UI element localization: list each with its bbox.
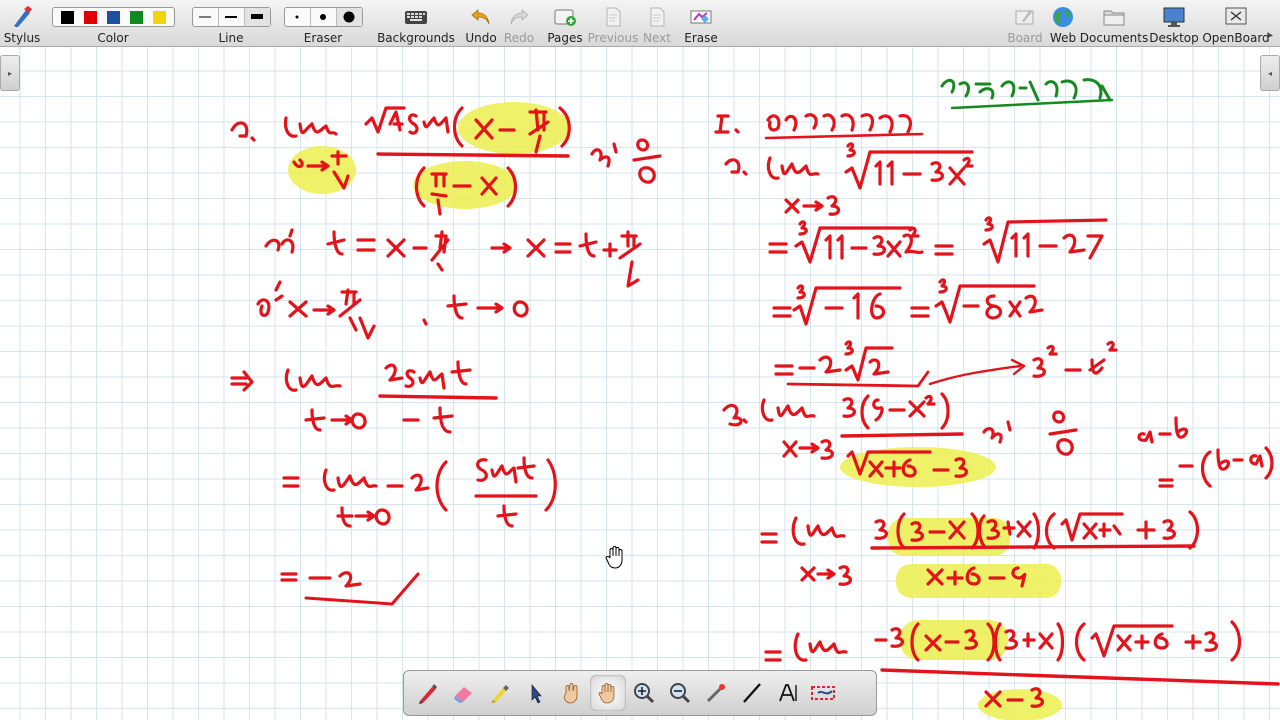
board-mode-button[interactable]: Board	[1007, 0, 1043, 46]
pages-button[interactable]: Pages	[546, 0, 584, 46]
previous-page-icon	[604, 5, 622, 29]
add-page-icon	[553, 5, 577, 29]
line-icon	[743, 683, 761, 703]
highlight-strokes	[288, 102, 1062, 720]
next-page-icon	[648, 5, 666, 29]
zoom-in-icon	[634, 683, 655, 704]
stylus-icon	[10, 5, 34, 29]
laser-pointer-tool-button[interactable]	[698, 675, 734, 711]
monitor-icon	[1162, 5, 1186, 29]
laser-pointer-icon	[706, 684, 725, 703]
eraser-size-selector	[283, 7, 363, 27]
marker-tool-button[interactable]	[482, 675, 518, 711]
zoom-in-tool-button[interactable]	[626, 675, 662, 711]
main-toolbar: Stylus Color Line Eraser Backgrounds Und…	[0, 0, 1280, 47]
openboard-menu-button[interactable]: OpenBoard	[1202, 0, 1270, 46]
color-swatch-blue[interactable]	[106, 10, 120, 24]
toolbar-collapse-icon[interactable]: ▸	[1268, 30, 1273, 41]
marker-icon	[491, 685, 509, 703]
eraser-small-option[interactable]	[285, 8, 311, 26]
capture-tool-button[interactable]	[806, 675, 842, 711]
desktop-button[interactable]: Desktop	[1149, 0, 1199, 46]
line-thick-option[interactable]	[244, 8, 270, 26]
erase-button[interactable]: Erase	[684, 0, 718, 46]
board-icon	[1014, 5, 1036, 29]
eraser-group: Eraser	[283, 0, 363, 46]
erase-board-icon	[689, 5, 713, 29]
undo-icon	[470, 5, 492, 29]
web-button[interactable]: Web	[1046, 0, 1080, 46]
text-tool-button[interactable]	[770, 675, 806, 711]
eraser-icon	[454, 687, 472, 703]
line-thin-option[interactable]	[193, 8, 219, 26]
color-swatch-black[interactable]	[60, 10, 74, 24]
text-icon	[779, 684, 797, 702]
keyboard-icon	[404, 5, 428, 29]
green-header-ink	[940, 78, 1114, 110]
selector-tool-button[interactable]	[518, 675, 554, 711]
capture-icon	[811, 686, 835, 700]
handwritten-ink-layer	[230, 78, 1280, 720]
zoom-out-tool-button[interactable]	[662, 675, 698, 711]
color-group: Color	[50, 0, 176, 46]
pen-icon	[419, 684, 437, 704]
backgrounds-button[interactable]: Backgrounds	[377, 0, 455, 46]
line-group: Line	[191, 0, 271, 46]
zoom-out-icon	[670, 683, 691, 704]
right-solution-ink	[714, 113, 1280, 708]
hand-icon	[598, 683, 615, 704]
folder-icon	[1102, 5, 1126, 29]
stylus-button[interactable]: Stylus	[2, 0, 42, 46]
hand-cursor-icon	[605, 546, 623, 569]
line-medium-option[interactable]	[219, 8, 245, 26]
redo-icon	[508, 5, 530, 29]
line-width-selector	[191, 7, 271, 27]
app-menu-icon	[1224, 5, 1248, 29]
undo-button[interactable]: Undo	[464, 0, 498, 46]
color-palette	[51, 7, 175, 27]
line-tool-button[interactable]	[734, 675, 770, 711]
next-page-button[interactable]: Next	[640, 0, 674, 46]
eraser-medium-option[interactable]	[311, 8, 337, 26]
redo-button[interactable]: Redo	[502, 0, 536, 46]
globe-icon	[1052, 5, 1074, 29]
pen-tool-button[interactable]	[410, 675, 446, 711]
color-swatch-red[interactable]	[83, 10, 97, 24]
selector-icon	[531, 684, 542, 704]
color-swatch-yellow[interactable]	[152, 10, 166, 24]
play-icon	[563, 683, 578, 704]
color-swatch-green[interactable]	[129, 10, 143, 24]
play-tool-button[interactable]	[554, 675, 590, 711]
eraser-tool-button[interactable]	[446, 675, 482, 711]
eraser-large-option[interactable]	[336, 8, 362, 26]
hand-tool-button[interactable]	[590, 675, 626, 711]
previous-page-button[interactable]: Previous	[588, 0, 638, 46]
documents-button[interactable]: Documents	[1080, 0, 1148, 46]
tool-dock	[403, 670, 877, 716]
